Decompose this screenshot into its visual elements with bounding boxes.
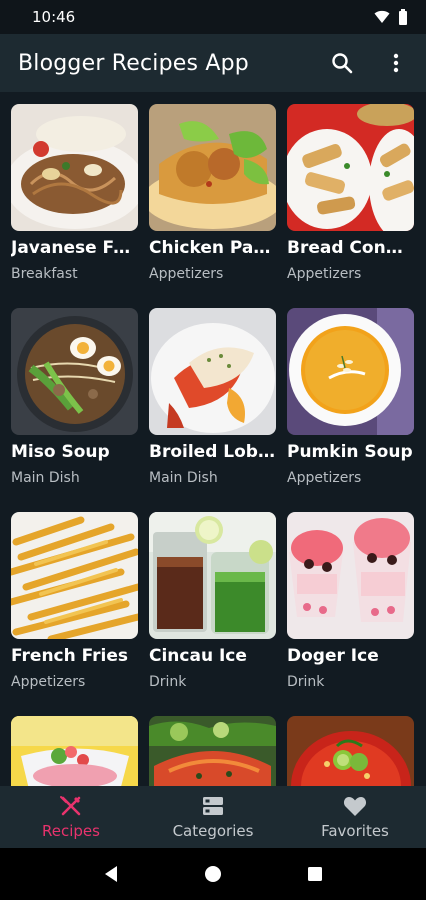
nav-label-recipes: Recipes bbox=[42, 822, 100, 840]
recipe-image-dessert-bowl bbox=[11, 716, 138, 786]
recipe-category: Drink bbox=[287, 674, 325, 690]
recipe-title: Bread Cone … bbox=[287, 238, 414, 258]
app-actions bbox=[328, 49, 410, 77]
nav-item-categories[interactable]: Categories bbox=[142, 786, 284, 848]
recipe-title: Pumkin Soup bbox=[287, 442, 413, 462]
recipe-category: Appetizers bbox=[11, 674, 86, 690]
back-triangle-icon bbox=[105, 866, 117, 882]
recipe-card[interactable]: Broiled Lobster Main Dish bbox=[149, 308, 276, 512]
nav-label-categories: Categories bbox=[172, 822, 254, 840]
recipe-card[interactable]: Cincau Ice Drink bbox=[149, 512, 276, 716]
recipe-category: Main Dish bbox=[149, 470, 218, 486]
recipe-image-chicken-paratha bbox=[149, 104, 276, 231]
recipe-image-doger-ice bbox=[287, 512, 414, 639]
recipe-card[interactable]: Miso Soup Main Dish bbox=[11, 308, 138, 512]
recipe-card[interactable]: Pumkin Soup Appetizers bbox=[287, 308, 414, 512]
recipe-image-javanese-fried-noodles bbox=[11, 104, 138, 231]
categories-icon bbox=[201, 794, 225, 818]
recipe-image-grilled-fish bbox=[149, 716, 276, 786]
recipe-category: Drink bbox=[149, 674, 187, 690]
recipe-card[interactable] bbox=[287, 716, 414, 786]
battery-icon bbox=[399, 9, 407, 25]
recipe-image-miso-soup bbox=[11, 308, 138, 435]
search-button[interactable] bbox=[328, 49, 356, 77]
recipe-title: Doger Ice bbox=[287, 646, 379, 666]
recipe-image-french-fries bbox=[11, 512, 138, 639]
recipe-title: Broiled Lobster bbox=[149, 442, 276, 462]
system-recents-button[interactable] bbox=[295, 854, 335, 894]
recipe-card[interactable]: Bread Cone … Appetizers bbox=[287, 104, 414, 308]
recipe-card[interactable]: Javanese Fri… Breakfast bbox=[11, 104, 138, 308]
nav-item-favorites[interactable]: Favorites bbox=[284, 786, 426, 848]
recipe-category: Breakfast bbox=[11, 266, 78, 282]
recipe-card[interactable]: Chicken Para… Appetizers bbox=[149, 104, 276, 308]
system-back-button[interactable] bbox=[91, 854, 131, 894]
nav-item-recipes[interactable]: Recipes bbox=[0, 786, 142, 848]
recipe-image-bread-cone bbox=[287, 104, 414, 231]
recipe-title: Javanese Fri… bbox=[11, 238, 138, 258]
fork-knife-icon bbox=[59, 794, 83, 818]
status-bar: 10:46 bbox=[0, 0, 426, 34]
recipe-card[interactable] bbox=[149, 716, 276, 786]
recipe-card[interactable] bbox=[11, 716, 138, 786]
recipe-card[interactable]: French Fries Appetizers bbox=[11, 512, 138, 716]
search-icon bbox=[332, 53, 353, 74]
system-navigation-bar bbox=[0, 848, 426, 900]
bottom-navigation: Recipes Categories Favorites bbox=[0, 786, 426, 848]
recipe-title: French Fries bbox=[11, 646, 129, 666]
recents-square-icon bbox=[308, 867, 322, 881]
recipe-title: Cincau Ice bbox=[149, 646, 247, 666]
wifi-icon bbox=[374, 10, 390, 23]
heart-icon bbox=[343, 794, 367, 818]
recipe-image-cincau-ice bbox=[149, 512, 276, 639]
recipe-grid-area[interactable]: Javanese Fri… Breakfast Chicken Para… Ap… bbox=[0, 92, 426, 786]
recipe-category: Appetizers bbox=[287, 266, 362, 282]
app-title: Blogger Recipes App bbox=[18, 50, 249, 76]
recipe-title: Chicken Para… bbox=[149, 238, 276, 258]
app-bar: Blogger Recipes App bbox=[0, 34, 426, 92]
more-vert-icon bbox=[393, 53, 399, 73]
recipe-category: Main Dish bbox=[11, 470, 80, 486]
status-time: 10:46 bbox=[32, 8, 76, 26]
recipe-card[interactable]: Doger Ice Drink bbox=[287, 512, 414, 716]
recipe-grid: Javanese Fri… Breakfast Chicken Para… Ap… bbox=[11, 104, 414, 786]
recipe-title: Miso Soup bbox=[11, 442, 110, 462]
recipe-category: Appetizers bbox=[287, 470, 362, 486]
recipe-image-pumkin-soup bbox=[287, 308, 414, 435]
recipe-category: Appetizers bbox=[149, 266, 224, 282]
recipe-image-broiled-lobster bbox=[149, 308, 276, 435]
recipe-image-sambal bbox=[287, 716, 414, 786]
home-circle-icon bbox=[205, 866, 221, 882]
system-home-button[interactable] bbox=[193, 854, 233, 894]
nav-label-favorites: Favorites bbox=[321, 822, 389, 840]
more-options-button[interactable] bbox=[382, 49, 410, 77]
status-icons bbox=[374, 9, 408, 25]
